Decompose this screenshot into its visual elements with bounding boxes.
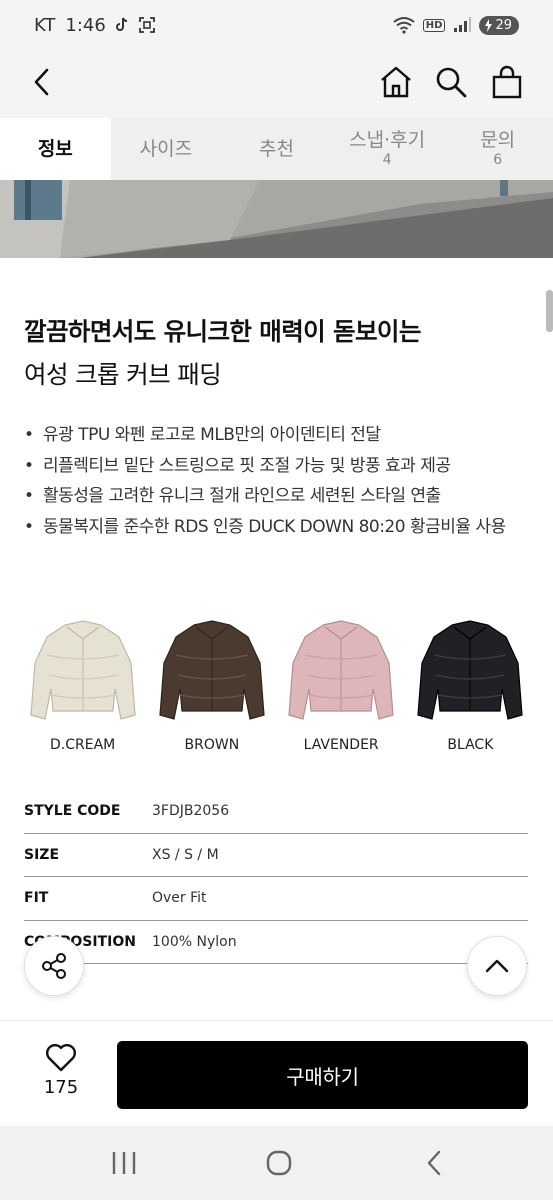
- tab-label: 스냅·후기: [349, 128, 426, 151]
- spec-row-size: SIZE XS / S / M: [24, 834, 528, 877]
- screenshot-notification-icon: [138, 16, 156, 34]
- shopping-bag-icon: [492, 65, 522, 99]
- hd-badge: HD: [422, 18, 446, 32]
- spec-key: STYLE CODE: [24, 803, 121, 820]
- home-button[interactable]: [374, 60, 418, 104]
- product-photo: [0, 180, 553, 258]
- color-option-lavender: LAVENDER: [277, 615, 406, 765]
- jacket-image: [417, 620, 524, 720]
- tab-size[interactable]: 사이즈: [111, 118, 222, 180]
- tab-qna[interactable]: 문의 6: [442, 118, 553, 180]
- share-icon: [42, 953, 66, 979]
- feature-item: 활동성을 고려한 유니크 절개 라인으로 세련된 스타일 연출: [22, 481, 532, 512]
- recents-button[interactable]: [104, 1143, 144, 1183]
- feature-list: 유광 TPU 와펜 로고로 MLB만의 아이덴티티 전달 리플렉티브 밑단 스트…: [22, 420, 532, 542]
- color-option-dcream: D.CREAM: [18, 615, 147, 765]
- feature-item: 유광 TPU 와펜 로고로 MLB만의 아이덴티티 전달: [22, 420, 532, 451]
- shopping-bag-button[interactable]: [485, 60, 529, 104]
- tab-count: 6: [493, 151, 503, 168]
- status-left: KT 1:46: [34, 15, 156, 36]
- purchase-bar: 175 구매하기: [0, 1020, 553, 1126]
- search-icon: [436, 67, 467, 98]
- product-subhead: 여성 크롭 커브 패딩: [24, 360, 222, 389]
- home-icon: [381, 66, 411, 98]
- color-name: D.CREAM: [50, 737, 116, 753]
- spec-value: Over Fit: [152, 890, 207, 907]
- scroll-top-button[interactable]: [467, 936, 527, 996]
- recents-icon: [112, 1152, 136, 1174]
- status-right: HD 29: [393, 15, 519, 35]
- battery-level: 29: [495, 17, 512, 33]
- color-option-brown: BROWN: [147, 615, 276, 765]
- system-home-button[interactable]: [259, 1143, 299, 1183]
- spec-row-fit: FIT Over Fit: [24, 877, 528, 921]
- carrier: KT: [34, 14, 56, 36]
- like-button[interactable]: 175: [28, 1043, 94, 1107]
- share-button[interactable]: [24, 936, 84, 996]
- spec-value: 3FDJB2056: [152, 803, 230, 820]
- tiktok-notification-icon: [115, 17, 128, 33]
- tab-label: 추천: [259, 137, 294, 160]
- tab-label: 정보: [37, 137, 73, 160]
- tab-label: 문의: [480, 128, 516, 151]
- color-name: BLACK: [447, 737, 494, 753]
- spec-table: STYLE CODE 3FDJB2056 SIZE XS / S / M FIT…: [24, 790, 528, 964]
- tab-info[interactable]: 정보: [0, 118, 111, 180]
- color-name: BROWN: [184, 737, 240, 753]
- wifi-icon: [393, 16, 415, 34]
- search-button[interactable]: [429, 60, 473, 104]
- tab-bar: 정보 사이즈 추천 스냅·후기 4 문의 6: [0, 118, 553, 180]
- color-variants: D.CREAM BROWN LAVENDER BLACK: [18, 615, 535, 765]
- chevron-left-icon: [34, 68, 49, 96]
- color-name: LAVENDER: [303, 737, 379, 753]
- system-back-button[interactable]: [414, 1143, 454, 1183]
- tab-count: 4: [382, 151, 392, 168]
- back-button[interactable]: [20, 60, 64, 104]
- charging-icon: [485, 18, 493, 32]
- like-count: 175: [43, 1077, 79, 1098]
- heart-icon: [46, 1044, 76, 1072]
- signal-icon: [453, 17, 472, 33]
- battery-indicator: 29: [479, 15, 519, 35]
- spec-key: FIT: [24, 890, 49, 907]
- tab-snap-review[interactable]: 스냅·후기 4: [332, 118, 443, 180]
- tab-recommend[interactable]: 추천: [221, 118, 332, 180]
- chevron-up-icon: [485, 959, 509, 973]
- spec-row-style-code: STYLE CODE 3FDJB2056: [24, 790, 528, 834]
- jacket-image: [29, 620, 136, 720]
- spec-key: SIZE: [24, 846, 60, 863]
- jacket-image: [159, 620, 265, 720]
- spec-value: 100% Nylon: [152, 933, 237, 950]
- jacket-image: [288, 620, 394, 720]
- spec-row-composition: COMPOSITION 100% Nylon: [24, 921, 528, 964]
- system-nav-bar: [0, 1126, 553, 1200]
- feature-item: 동물복지를 준수한 RDS 인증 DUCK DOWN 80:20 황금비율 사용: [22, 512, 532, 543]
- tab-label: 사이즈: [139, 137, 193, 160]
- status-bar: KT 1:46 HD 29: [0, 0, 553, 50]
- buy-button[interactable]: 구매하기: [117, 1041, 528, 1109]
- spec-value: XS / S / M: [152, 846, 219, 863]
- app-header: [0, 50, 553, 118]
- product-headline: 깔끔하면서도 유니크한 매력이 돋보이는: [24, 317, 421, 346]
- scroll-indicator[interactable]: [546, 290, 553, 332]
- home-circle-icon: [266, 1150, 292, 1176]
- back-icon: [427, 1150, 441, 1176]
- feature-item: 리플렉티브 밑단 스트링으로 핏 조절 가능 및 방풍 효과 제공: [22, 451, 532, 482]
- clock: 1:46: [65, 14, 106, 36]
- color-option-black: BLACK: [406, 615, 535, 765]
